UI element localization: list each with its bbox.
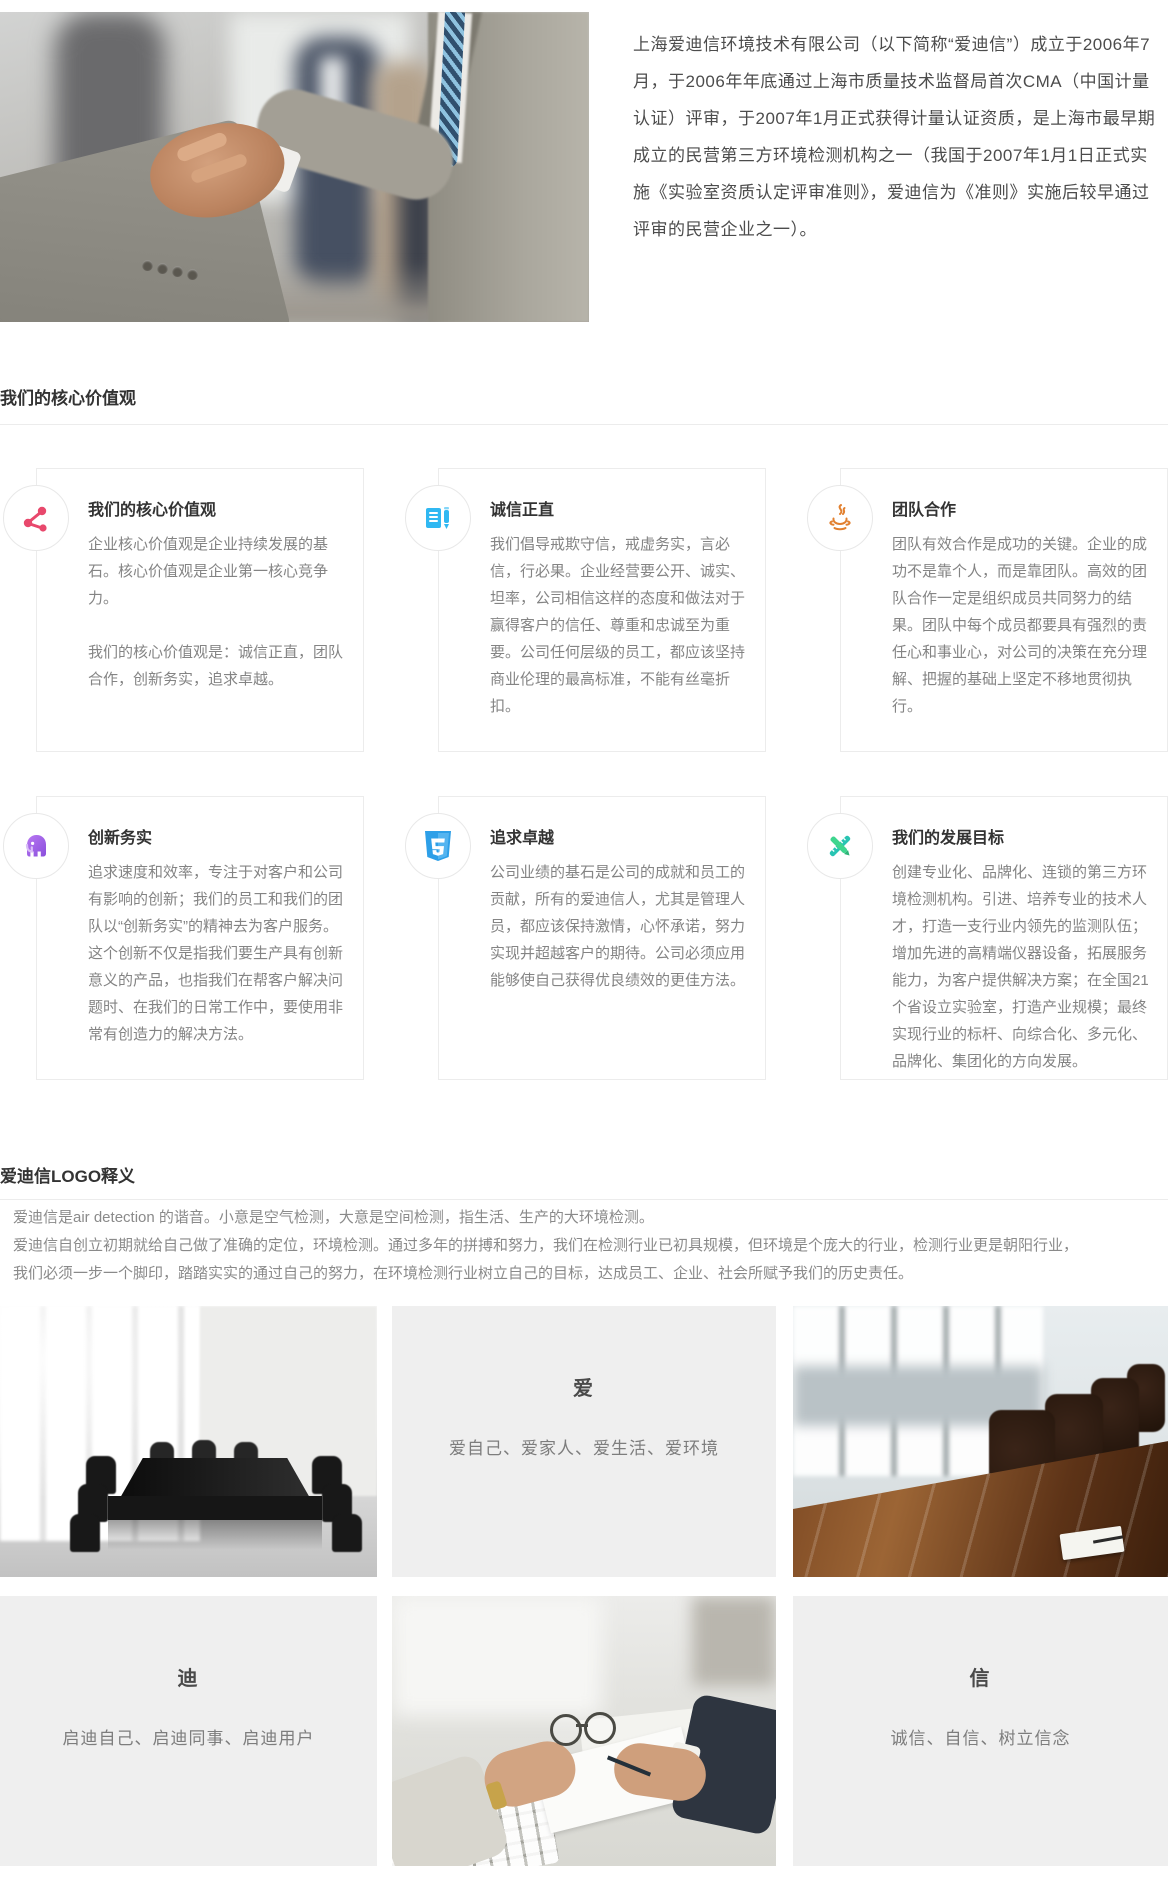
values-section-heading: 我们的核心价值观 — [0, 384, 136, 409]
photo-window-light — [392, 1596, 602, 1716]
photo-table-reflection — [108, 1520, 322, 1550]
card-body: 追求速度和效率，专注于对客户和公司有影响的创新；我们的员工和我们的团队以“创新务… — [88, 859, 347, 1048]
value-card-integrity: 诚信正直 我们倡导戒欺守信，戒虚务实，言必信，行必果。企业经营要公开、诚实、坦率… — [438, 468, 766, 752]
card-body: 企业核心价值观是企业持续发展的基石。核心价值观是企业第一核心竞争力。 — [88, 531, 347, 612]
card-body: 团队有效合作是成功的关键。企业的成功不是靠个人，而是靠团队。高效的团队合作一定是… — [892, 531, 1151, 720]
photo-eyeglasses — [550, 1714, 582, 1746]
card-body: 公司业绩的基石是公司的成就和员工的贡献，所有的爱迪信人，尤其是管理人员，都应该保… — [490, 859, 749, 994]
logo-explanation-paragraph: 爱迪信是air detection 的谐音。小意是空气检测，大意是空间检测，指生… — [13, 1204, 1163, 1288]
logo-tile-enlighten: 迪 启迪自己、启迪同事、启迪用户 — [0, 1596, 377, 1866]
logo-line-2: 爱迪信自创立初期就给自己做了准确的定位，环境检测。通过多年的拼搏和努力，我们在检… — [13, 1232, 1163, 1260]
tile-title: 爱 — [392, 1306, 776, 1401]
value-card-teamwork: 团队合作 团队有效合作是成功的关键。企业的成功不是靠个人，而是靠团队。高效的团队… — [840, 468, 1168, 752]
tile-subtitle: 爱自己、爱家人、爱生活、爱环境 — [392, 1434, 776, 1459]
meeting-room-photo — [0, 1306, 377, 1577]
logo-line-3: 我们必须一步一个脚印，踏踏实实的通过自己的努力，在环境检测行业树立自己的目标，达… — [13, 1260, 1163, 1288]
photo-chair — [332, 1514, 362, 1552]
card-title: 诚信正直 — [490, 496, 747, 520]
logo-line-1: 爱迪信是air detection 的谐音。小意是空气检测，大意是空间检测，指生… — [13, 1204, 1163, 1232]
card-body: 我们倡导戒欺守信，戒虚务实，言必信，行必果。企业经营要公开、诚实、坦率，公司相信… — [490, 531, 749, 720]
section-divider — [0, 424, 1168, 425]
company-intro-paragraph: 上海爱迪信环境技术有限公司（以下简称“爱迪信”）成立于2006年7月，于2006… — [633, 26, 1161, 248]
card-title: 追求卓越 — [490, 824, 747, 848]
value-card-excellence: 追求卓越 公司业绩的基石是公司的成就和员工的贡献，所有的爱迪信人，尤其是管理人员… — [438, 796, 766, 1080]
share-icon — [21, 503, 51, 533]
tile-title: 迪 — [0, 1596, 377, 1691]
java-cup-icon — [824, 502, 856, 534]
photo-sleeve-button — [157, 263, 168, 274]
tile-subtitle: 诚信、自信、树立信念 — [793, 1724, 1168, 1749]
photo-chair — [70, 1514, 100, 1552]
value-card-innovation: 创新务实 追求速度和效率，专注于对客户和公司有影响的创新；我们的员工和我们的团队… — [36, 796, 364, 1080]
value-card-core-values: 我们的核心价值观 企业核心价值观是企业持续发展的基石。核心价值观是企业第一核心竞… — [36, 468, 364, 752]
card-title: 我们的发展目标 — [892, 824, 1149, 848]
business-handshake-photo — [0, 12, 589, 322]
logo-tile-love: 爱 爱自己、爱家人、爱生活、爱环境 — [392, 1306, 776, 1577]
card-body: 创建专业化、品牌化、连锁的第三方环境检测机构。引进、培养专业的技术人才，打造一支… — [892, 859, 1151, 1075]
conference-room-photo — [793, 1306, 1168, 1577]
photo-eyeglasses-bridge — [576, 1724, 588, 1727]
logo-tile-trust: 信 诚信、自信、树立信念 — [793, 1596, 1168, 1866]
card-title: 创新务实 — [88, 824, 345, 848]
photo-eyeglasses — [584, 1712, 616, 1744]
notebook-pencil-icon — [423, 503, 453, 533]
card-title: 我们的核心价值观 — [88, 496, 345, 520]
card-body: 我们的核心价值观是：诚信正直，团队合作，创新务实，追求卓越。 — [88, 639, 347, 693]
html5-shield-icon — [423, 830, 453, 862]
photo-sleeve-button — [142, 260, 153, 271]
tile-subtitle: 启迪自己、启迪同事、启迪用户 — [0, 1724, 377, 1749]
logo-section-heading: 爱迪信LOGO释义 — [0, 1162, 135, 1187]
tile-title: 信 — [793, 1596, 1168, 1691]
elephant-icon — [20, 830, 52, 862]
photo-sleeve-button — [187, 269, 198, 280]
photo-conference-table — [120, 1458, 310, 1498]
card-title: 团队合作 — [892, 496, 1149, 520]
section-divider — [0, 1199, 1168, 1200]
ruler-pencil-icon — [824, 830, 856, 862]
photo-sleeve-button — [172, 266, 183, 277]
photo-background-blur — [692, 1596, 776, 1686]
business-hands-photo — [392, 1596, 776, 1866]
photo-table-front — [108, 1496, 322, 1520]
value-card-development-goal: 我们的发展目标 创建专业化、品牌化、连锁的第三方环境检测机构。引进、培养专业的技… — [840, 796, 1168, 1080]
